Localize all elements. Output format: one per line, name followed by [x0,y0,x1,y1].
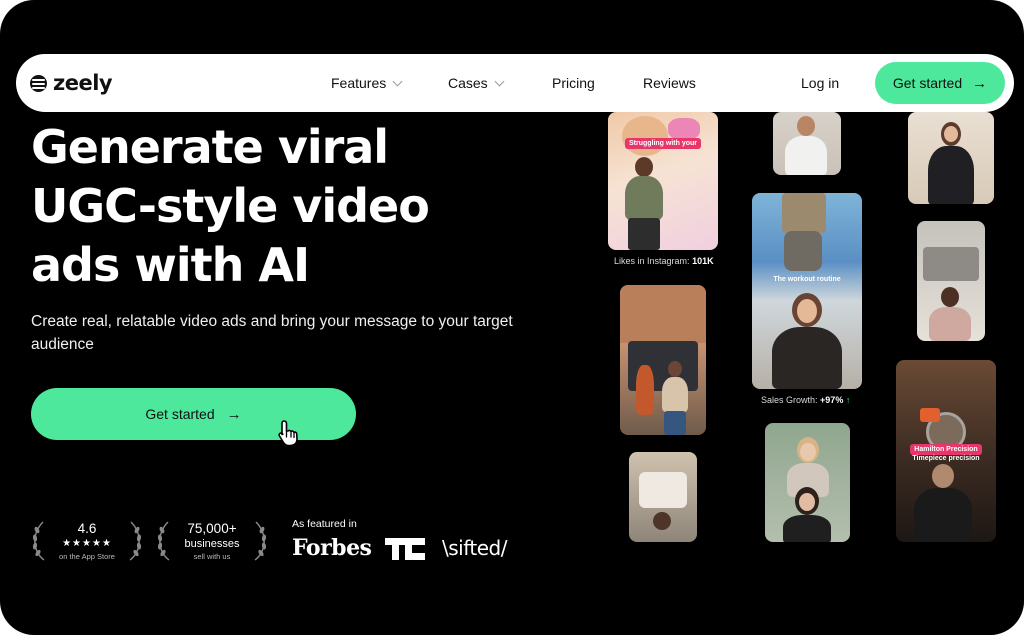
headline-line: ads with AI [31,238,310,292]
sales-growth-stat: Sales Growth: +97% ↑ [761,395,851,405]
grid-fade-overlay [590,565,1024,635]
arrow-right-icon: → [972,74,988,92]
logo-text: zeely [53,71,113,95]
rating-value: 4.6 [77,521,97,536]
businesses-badge: 75,000+ businesses sell with us [157,516,267,564]
rating-caption: on the App Store [59,552,115,561]
app-store-rating-badge: 4.6 ★★★★★ on the App Store [32,516,142,564]
button-label: Get started [892,75,963,91]
headline-line: Generate viral [31,120,389,174]
video-tile[interactable] [908,112,994,204]
nav-item-features[interactable]: Features [331,75,403,91]
businesses-label: businesses [184,538,240,550]
nav-item-label: Cases [448,75,488,91]
video-tile[interactable]: Struggling with your [608,112,718,250]
forbes-logo: Forbes [292,535,372,561]
nav-item-label: Reviews [643,75,696,91]
video-caption: The workout routine [773,276,841,283]
hero-subtext: Create real, relatable video ads and bri… [31,313,513,353]
nav-item-pricing[interactable]: Pricing [552,75,595,91]
businesses-count: 75,000+ [187,521,237,536]
featured-label: As featured in [292,518,357,530]
video-caption: Struggling with your [612,138,714,149]
page-frame: zeely Features Cases Pricing Reviews Log… [0,0,1024,635]
chevron-down-icon [392,76,403,86]
headline-line: UGC-style video [31,179,430,233]
likes-stat: Likes in Instagram: 101K [614,256,714,266]
hero-get-started-button[interactable]: Get started → [31,388,356,440]
hero-headline: Generate viral UGC-style video ads with … [31,118,591,295]
nav-item-cases[interactable]: Cases [448,75,505,91]
video-tile[interactable] [773,112,841,175]
rating-stars-icon: ★★★★★ [62,538,112,549]
techcrunch-logo: TC [385,538,425,560]
hand-pointer-icon [278,420,298,447]
zeely-logo-icon [30,74,47,92]
video-tile[interactable] [620,285,706,435]
logo[interactable]: zeely [30,71,113,95]
navbar: zeely Features Cases Pricing Reviews Log… [16,54,1014,112]
nav-get-started-button[interactable]: Get started → [875,62,1005,104]
login-link[interactable]: Log in [801,75,839,91]
arrow-right-icon: → [226,405,242,423]
chevron-down-icon [494,76,505,86]
video-tile[interactable]: Hamilton Precision Timepiece precision [896,360,996,542]
video-caption: Timepiece precision [912,455,980,462]
video-tile[interactable]: The workout routine [752,193,862,389]
sifted-logo: \sifted/ [442,536,507,560]
button-label: Get started [145,406,215,422]
businesses-caption: sell with us [193,552,231,561]
video-tile[interactable] [765,423,850,542]
arrow-up-icon: ↑ [845,395,851,405]
nav-item-label: Features [331,75,387,91]
nav-item-reviews[interactable]: Reviews [643,75,696,91]
nav-item-label: Pricing [552,75,595,91]
video-tile[interactable] [629,452,697,542]
video-tile[interactable] [917,221,985,341]
